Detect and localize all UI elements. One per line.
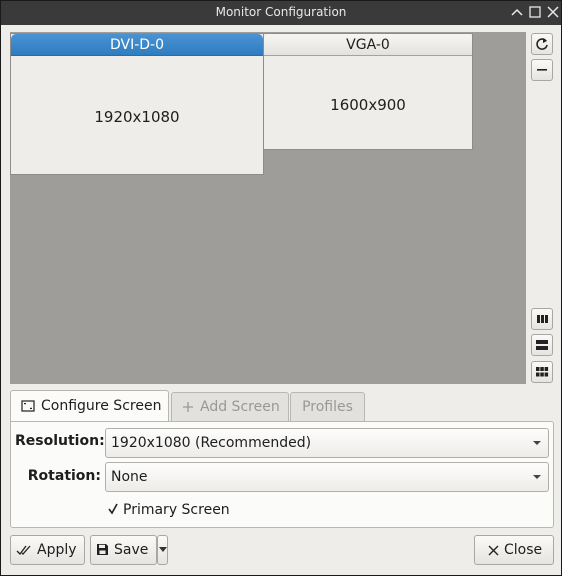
rotation-value: None [111, 469, 148, 485]
chevron-down-icon [533, 475, 541, 479]
checkmark-icon [108, 503, 118, 515]
monitor-configuration-window: Monitor Configuration DVI-D-0 1920x1080 … [0, 0, 562, 576]
primary-screen-option[interactable]: Primary Screen [106, 502, 230, 518]
monitor-dvi-d-0[interactable]: DVI-D-0 1920x1080 [10, 33, 264, 175]
monitor-name: VGA-0 [264, 34, 472, 56]
save-label: Save [114, 542, 149, 558]
maximize-icon[interactable] [527, 4, 543, 20]
close-icon[interactable] [545, 4, 561, 20]
tab-profiles[interactable]: Profiles [290, 392, 365, 421]
rotation-label: Rotation: [27, 468, 101, 484]
monitor-layout-canvas[interactable]: DVI-D-0 1920x1080 VGA-0 1600x900 [10, 32, 526, 384]
monitor-name: DVI-D-0 [11, 34, 263, 56]
tab-label: Profiles [302, 399, 353, 415]
resolution-select[interactable]: 1920x1080 (Recommended) [105, 428, 549, 458]
resolution-label: Resolution: [15, 433, 105, 449]
tab-configure-screen[interactable]: Configure Screen [10, 390, 169, 422]
primary-screen-checkbox[interactable] [106, 502, 120, 516]
tab-label: Add Screen [200, 399, 280, 415]
save-menu-button[interactable] [157, 535, 168, 565]
window-title: Monitor Configuration [215, 5, 347, 19]
chevron-down-icon [159, 547, 167, 552]
monitor-resolution: 1920x1080 [94, 108, 180, 126]
rotation-select[interactable]: None [105, 462, 549, 492]
tab-add-screen[interactable]: Add Screen [171, 392, 289, 421]
tab-label: Configure Screen [41, 398, 162, 414]
minimize-icon[interactable] [509, 4, 525, 20]
columns-layout-icon [537, 315, 548, 323]
double-check-icon [16, 545, 31, 555]
rows-layout-button[interactable] [531, 334, 553, 356]
primary-screen-label: Primary Screen [123, 502, 230, 518]
monitor-resolution: 1600x900 [330, 96, 406, 114]
refresh-icon [536, 38, 548, 50]
resolution-value: 1920x1080 (Recommended) [111, 435, 312, 451]
close-button[interactable]: Close [474, 535, 554, 565]
remove-icon [537, 69, 547, 71]
remove-button[interactable] [531, 59, 553, 81]
grid-layout-button[interactable] [531, 361, 553, 383]
chevron-down-icon [533, 441, 541, 445]
title-bar: Monitor Configuration [1, 1, 561, 25]
rows-layout-icon [536, 340, 548, 350]
grid-layout-icon [536, 367, 549, 377]
apply-button[interactable]: Apply [10, 535, 85, 565]
apply-label: Apply [37, 542, 77, 558]
configure-screen-panel: Resolution: 1920x1080 (Recommended) Rota… [10, 421, 554, 528]
close-label: Close [504, 542, 543, 558]
columns-layout-button[interactable] [531, 308, 553, 330]
refresh-button[interactable] [531, 33, 553, 55]
close-icon [488, 545, 499, 556]
save-button[interactable]: Save [90, 535, 157, 565]
plus-icon [183, 402, 193, 412]
monitor-icon [21, 400, 35, 412]
monitor-vga-0[interactable]: VGA-0 1600x900 [263, 33, 473, 150]
floppy-disk-icon [97, 544, 108, 555]
